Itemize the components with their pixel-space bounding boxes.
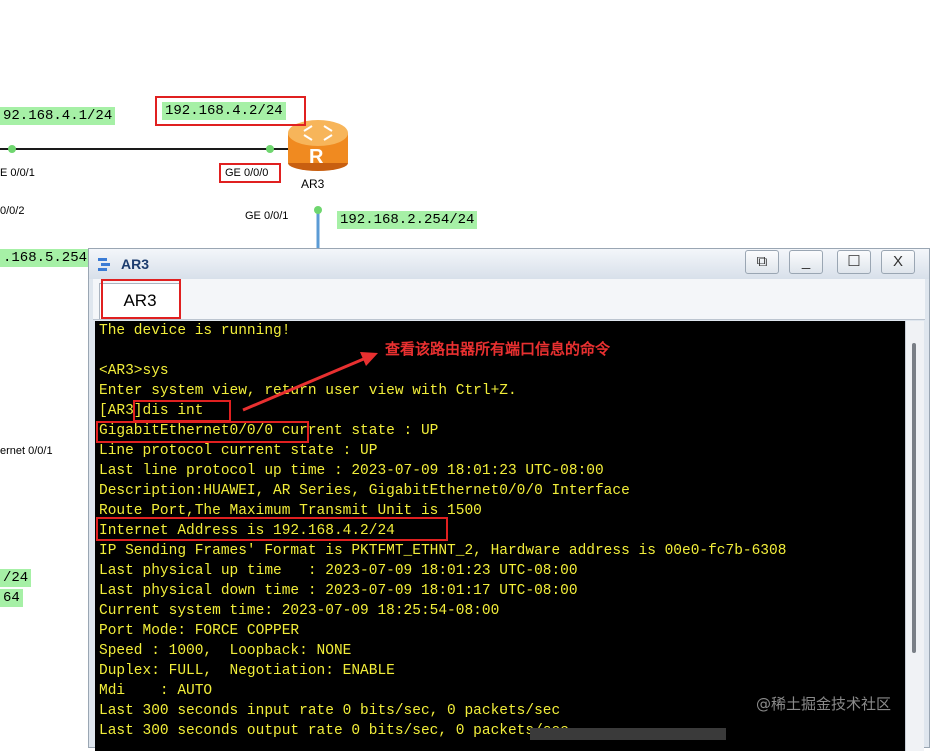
maximize-button[interactable]: ☐ xyxy=(837,250,871,274)
terminal-line: Enter system view, return user view with… xyxy=(99,383,517,399)
terminal-scrollbar[interactable] xyxy=(905,321,924,751)
terminal-line: Last physical down time : 2023-07-09 18:… xyxy=(99,583,578,599)
terminal-line: Mdi : AUTO xyxy=(99,683,213,699)
port-label-ar3-ge001: GE 0/0/1 xyxy=(245,210,289,222)
terminal-line: Duplex: FULL, Negotiation: ENABLE xyxy=(99,663,395,679)
terminal-line: IP Sending Frames' Format is PKTFMT_ETHN… xyxy=(99,543,787,559)
port-label-left-ge002: 0/0/2 xyxy=(0,205,25,217)
window-title: AR3 xyxy=(121,256,150,272)
terminal-output: The device is running! <AR3>sys Enter syst… xyxy=(99,321,786,741)
port-label-left-ge001: E 0/0/1 xyxy=(0,167,35,179)
terminal-line: GigabitEthernet0/0/0 current state : UP xyxy=(99,423,439,439)
terminal-window[interactable]: AR3 ⧉ _ ☐ X AR3 The device is running! <A… xyxy=(88,248,930,751)
router-glyph: R xyxy=(309,146,324,168)
restore-icon[interactable]: ⧉ xyxy=(745,250,779,274)
close-button[interactable]: X xyxy=(881,250,915,274)
terminal-line: Last line protocol up time : 2023-07-09 … xyxy=(99,463,604,479)
port-dot-ar3-ge000 xyxy=(266,145,274,153)
port-dot-ar3-ge001 xyxy=(314,206,322,214)
router-name: AR3 xyxy=(301,177,325,191)
ip-label-left-partial-3: 64 xyxy=(0,589,23,607)
terminal-line: Last 300 seconds input rate 0 bits/sec, … xyxy=(99,703,561,719)
window-titlebar[interactable]: AR3 ⧉ _ ☐ X xyxy=(89,249,929,279)
ip-label-ar3-ge000: 192.168.4.2/24 xyxy=(162,102,286,120)
terminal-line: Current system time: 2023-07-09 18:25:54… xyxy=(99,603,500,619)
annotation-text: 查看该路由器所有端口信息的命令 xyxy=(385,340,611,358)
ip-label-ar3-ge001: 192.168.2.254/24 xyxy=(337,211,478,229)
terminal-line: Port Mode: FORCE COPPER xyxy=(99,623,300,639)
terminal-app-icon xyxy=(98,258,110,271)
minimize-button[interactable]: _ xyxy=(789,250,823,274)
scrollbar-thumb[interactable] xyxy=(912,343,916,653)
ip-label-left-ge001: 92.168.4.1/24 xyxy=(0,107,116,125)
tab-ar3[interactable]: AR3 xyxy=(99,283,181,319)
terminal-line: [AR3]dis int xyxy=(99,403,204,419)
ip-label-left-partial-1: .168.5.254 xyxy=(0,249,91,267)
terminal-line: Line protocol current state : UP xyxy=(99,443,378,459)
terminal-line: Internet Address is 192.168.4.2/24 xyxy=(99,523,395,539)
terminal-line: <AR3>sys xyxy=(99,363,169,379)
tab-strip: AR3 xyxy=(93,279,925,320)
port-dot-left xyxy=(8,145,16,153)
ip-label-left-partial-2: /24 xyxy=(0,569,32,587)
watermark: @稀土掘金技术社区 xyxy=(756,695,892,713)
terminal-console[interactable]: The device is running! <AR3>sys Enter syst… xyxy=(95,321,905,751)
terminal-line: Route Port,The Maximum Transmit Unit is … xyxy=(99,503,482,519)
terminal-line: Speed : 1000, Loopback: NONE xyxy=(99,643,352,659)
terminal-line: Description:HUAWEI, AR Series, GigabitEt… xyxy=(99,483,630,499)
port-label-left-ethernet: ernet 0/0/1 xyxy=(0,445,53,457)
tooltip-strip xyxy=(530,728,726,740)
port-label-ar3-ge000: GE 0/0/0 xyxy=(225,167,269,179)
terminal-line: Last physical up time : 2023-07-09 18:01… xyxy=(99,563,578,579)
